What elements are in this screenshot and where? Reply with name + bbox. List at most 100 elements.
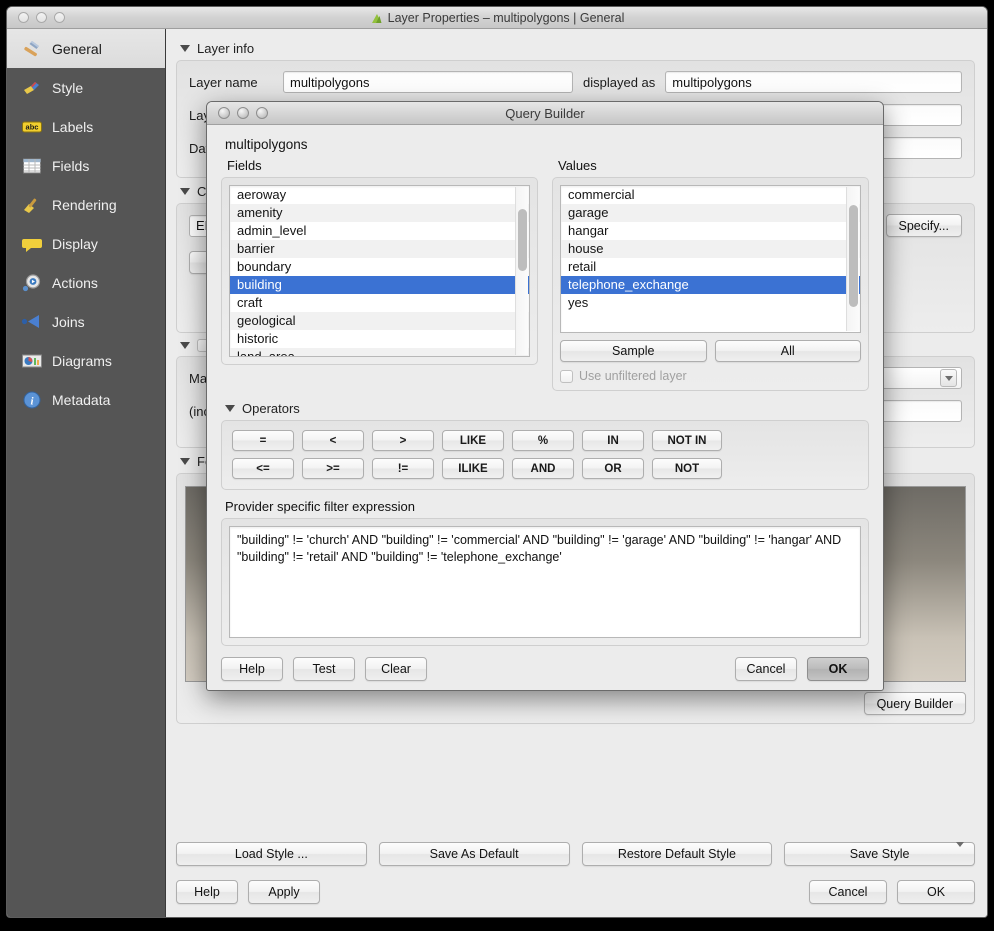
query-builder-titlebar: Query Builder (207, 102, 883, 125)
restore-default-style-button[interactable]: Restore Default Style (582, 842, 773, 866)
save-style-menu-button[interactable]: Save Style (784, 842, 975, 866)
sidebar-item-display[interactable]: Display (7, 224, 165, 263)
operator-and-button[interactable]: AND (512, 458, 574, 479)
sidebar-item-actions[interactable]: Actions (7, 263, 165, 302)
operator-percent-button[interactable]: % (512, 430, 574, 451)
layer-name-input[interactable]: multipolygons (283, 71, 573, 93)
values-scrollbar[interactable] (846, 187, 859, 331)
qb-ok-button[interactable]: OK (807, 657, 869, 681)
qb-help-button[interactable]: Help (221, 657, 283, 681)
sidebar-item-style[interactable]: Style (7, 68, 165, 107)
list-item[interactable]: land_area (230, 348, 529, 357)
operator-less-equal-button[interactable]: <= (232, 458, 294, 479)
window-title-text: Layer Properties – multipolygons | Gener… (388, 11, 625, 25)
qb-layer-name: multipolygons (225, 137, 869, 152)
operator-not-equal-button[interactable]: != (372, 458, 434, 479)
disclosure-triangle-icon[interactable] (225, 405, 235, 412)
operator-equals-button[interactable]: = (232, 430, 294, 451)
list-item[interactable]: retail (561, 258, 860, 276)
list-item[interactable]: geological (230, 312, 529, 330)
list-item-selected[interactable]: telephone_exchange (561, 276, 860, 294)
fields-listbox[interactable]: aeroway amenity admin_level barrier boun… (229, 185, 530, 357)
list-item-selected[interactable]: building (230, 276, 529, 294)
layer-info-section-header[interactable]: Layer info (180, 41, 975, 56)
operators-label: Operators (242, 401, 300, 416)
layer-name-row: Layer name multipolygons displayed as mu… (189, 71, 962, 93)
disclosure-triangle-icon[interactable] (180, 458, 190, 465)
use-unfiltered-layer-checkbox[interactable] (560, 370, 573, 383)
window-title: Layer Properties – multipolygons | Gener… (7, 11, 987, 25)
use-unfiltered-layer-row[interactable]: Use unfiltered layer (560, 369, 861, 383)
list-item[interactable]: craft (230, 294, 529, 312)
minimize-button[interactable] (36, 12, 47, 23)
operators-section-header[interactable]: Operators (225, 401, 869, 416)
operator-not-button[interactable]: NOT (652, 458, 722, 479)
fields-scrollbar-thumb[interactable] (518, 209, 527, 271)
disclosure-triangle-icon[interactable] (180, 45, 190, 52)
sidebar-item-labels[interactable]: abc Labels (7, 107, 165, 146)
list-item[interactable]: admin_level (230, 222, 529, 240)
help-button[interactable]: Help (176, 880, 238, 904)
sidebar-item-metadata[interactable]: i Metadata (7, 380, 165, 419)
zoom-button[interactable] (54, 12, 65, 23)
operator-not-in-button[interactable]: NOT IN (652, 430, 722, 451)
qb-close-button[interactable] (218, 107, 230, 119)
style-buttons-row: Load Style ... Save As Default Restore D… (176, 842, 975, 866)
sidebar-item-label: Metadata (52, 392, 110, 408)
all-button[interactable]: All (715, 340, 862, 362)
list-item[interactable]: barrier (230, 240, 529, 258)
values-label: Values (558, 158, 869, 173)
displayed-as-input[interactable]: multipolygons (665, 71, 962, 93)
ok-button[interactable]: OK (897, 880, 975, 904)
close-button[interactable] (18, 12, 29, 23)
operator-in-button[interactable]: IN (582, 430, 644, 451)
sample-button[interactable]: Sample (560, 340, 707, 362)
chevron-down-icon[interactable] (956, 847, 964, 861)
operator-or-button[interactable]: OR (582, 458, 644, 479)
save-as-default-button[interactable]: Save As Default (379, 842, 570, 866)
list-item[interactable]: yes (561, 294, 860, 312)
values-listbox[interactable]: commercial garage hangar house retail te… (560, 185, 861, 333)
list-item[interactable]: historic (230, 330, 529, 348)
sidebar-item-diagrams[interactable]: Diagrams (7, 341, 165, 380)
sidebar-item-rendering[interactable]: Rendering (7, 185, 165, 224)
sidebar-item-general[interactable]: General (7, 29, 165, 68)
apply-button[interactable]: Apply (248, 880, 320, 904)
list-item[interactable]: commercial (561, 186, 860, 204)
query-builder-title: Query Builder (207, 106, 883, 121)
list-item[interactable]: hangar (561, 222, 860, 240)
list-item[interactable]: garage (561, 204, 860, 222)
query-builder-button[interactable]: Query Builder (864, 692, 966, 715)
operator-less-than-button[interactable]: < (302, 430, 364, 451)
list-item[interactable]: boundary (230, 258, 529, 276)
chart-image-icon (21, 350, 43, 372)
fields-scrollbar[interactable] (515, 187, 528, 355)
expression-label: Provider specific filter expression (225, 499, 869, 514)
window-titlebar: Layer Properties – multipolygons | Gener… (7, 7, 987, 29)
load-style-button[interactable]: Load Style ... (176, 842, 367, 866)
sidebar-item-fields[interactable]: Fields (7, 146, 165, 185)
qb-minimize-button[interactable] (237, 107, 249, 119)
operator-greater-equal-button[interactable]: >= (302, 458, 364, 479)
operators-row-1: = < > LIKE % IN NOT IN (232, 430, 858, 451)
operator-like-button[interactable]: LIKE (442, 430, 504, 451)
specify-crs-button[interactable]: Specify... (886, 214, 962, 237)
disclosure-triangle-icon[interactable] (180, 188, 190, 195)
operator-ilike-button[interactable]: ILIKE (442, 458, 504, 479)
list-item[interactable]: aeroway (230, 186, 529, 204)
values-scrollbar-thumb[interactable] (849, 205, 858, 307)
list-item[interactable]: house (561, 240, 860, 258)
cancel-button[interactable]: Cancel (809, 880, 887, 904)
qb-clear-button[interactable]: Clear (365, 657, 427, 681)
save-style-label: Save Style (850, 847, 910, 861)
operator-greater-than-button[interactable]: > (372, 430, 434, 451)
sidebar-item-joins[interactable]: Joins (7, 302, 165, 341)
expression-textarea[interactable]: "building" != 'church' AND "building" !=… (229, 526, 861, 638)
sidebar-item-label: Diagrams (52, 353, 112, 369)
qb-cancel-button[interactable]: Cancel (735, 657, 797, 681)
list-item[interactable]: amenity (230, 204, 529, 222)
disclosure-triangle-icon[interactable] (180, 342, 190, 349)
chevron-down-icon[interactable] (940, 369, 957, 387)
qb-test-button[interactable]: Test (293, 657, 355, 681)
qb-zoom-button[interactable] (256, 107, 268, 119)
